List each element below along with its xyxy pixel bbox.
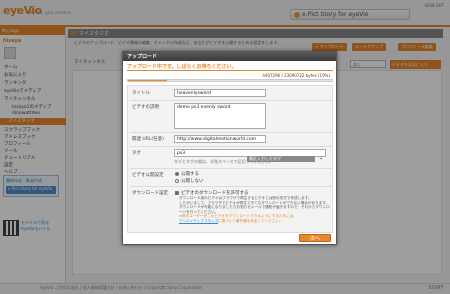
divider — [130, 100, 332, 101]
download-setting-label: ダウンロード設定 — [132, 191, 168, 196]
divider — [130, 132, 332, 133]
divider — [130, 168, 332, 169]
upload-status-message: アップロード中です。しばらくお待ちください。 — [127, 63, 333, 71]
radio-private[interactable]: 公開しない — [175, 178, 204, 184]
url-input[interactable]: http://www.digitalmotionworld.com — [174, 135, 266, 143]
radio-selected-icon — [175, 171, 179, 176]
divider — [130, 146, 332, 147]
download-text-line: ダウンロードが可能になりましたらお知らせメールで通知が届きますので、それからダウ… — [179, 205, 330, 214]
url-label: 関連 URL(任意) — [132, 137, 164, 142]
page: eyeVio My life, your emotion SIGN OUT x-… — [0, 0, 450, 294]
progress-text: 4407296 / 23090722 bytes (19%) — [262, 73, 330, 78]
checkbox-checked-icon — [175, 190, 179, 195]
radio-public[interactable]: 公開する — [175, 171, 199, 177]
next-button[interactable]: 次へ — [299, 234, 331, 242]
progress-fill — [128, 80, 167, 81]
radio-public-label: 公開する — [181, 172, 199, 177]
dialog-title: アップロード — [123, 52, 336, 61]
divider — [130, 186, 332, 187]
progress-bar — [127, 79, 333, 82]
add-tag-icon[interactable]: + — [319, 156, 323, 162]
download-explanation: ダウンロード用のビデオはブラウザで再生するビデオとは別の形式で作成します。 した… — [179, 196, 331, 224]
download-text-line: ダウンロード用のビデオはブラウザで再生するビデオとは別の形式で作成します。 — [179, 196, 312, 200]
description-label: ビデオの説明 — [132, 105, 159, 110]
download-text-line: に基づいて著作権を設定してください。 — [218, 218, 283, 223]
public-setting-label: ビデオ公開設定 — [132, 173, 164, 178]
description-textarea[interactable]: demo ps3 evenly sword — [174, 103, 266, 129]
upload-dialog: アップロード アップロード中です。しばらくお待ちください。 4407296 / … — [122, 51, 337, 245]
radio-icon — [175, 178, 179, 183]
title-label: タイトル — [132, 91, 150, 96]
creative-commons-link[interactable]: クリエイティブコモンズ — [179, 219, 218, 223]
title-input[interactable]: heavenlysword — [174, 89, 266, 97]
radio-private-label: 公開しない — [181, 179, 204, 184]
tag-label: タグ — [132, 151, 141, 156]
recent-tags-button[interactable]: 最近入力したタグ — [247, 156, 315, 162]
